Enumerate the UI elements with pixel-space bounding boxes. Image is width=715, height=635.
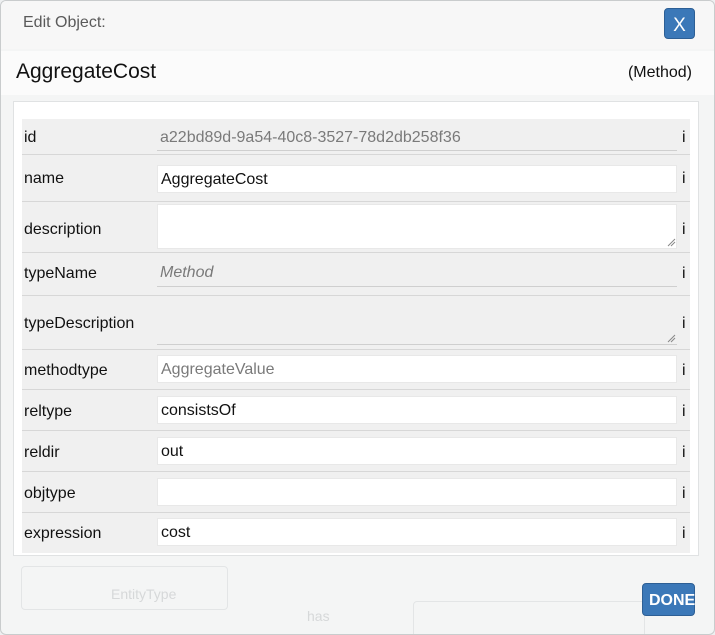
expression-field[interactable]: cost [157,518,677,546]
typedescription-field [157,299,677,345]
edit-object-dialog: EntityType has Edit Object: X AggregateC… [0,0,715,635]
field-label-reltype: reltype [24,403,73,420]
table-row: typeName Method i [22,253,690,296]
field-label-reldir: reldir [24,444,60,461]
field-label-typedescription: typeDescription [24,315,135,332]
info-icon[interactable]: i [682,129,686,147]
field-label-methodtype: methodtype [24,362,108,379]
object-kind: (Method) [627,64,692,81]
field-label-objtype: objtype [24,485,76,502]
info-icon[interactable]: i [682,170,686,188]
field-label-expression: expression [24,525,102,542]
field-label-id: id [24,129,37,146]
table-row: description i [22,202,690,253]
properties-panel: id a22bd89d-9a54-40c8-3527-78d2db258f36 … [13,101,699,556]
description-field[interactable] [157,204,677,249]
table-row: methodtype AggregateValue i [22,350,690,390]
background-link-label: has [307,608,330,624]
background-node-right [413,601,645,634]
id-field: a22bd89d-9a54-40c8-3527-78d2db258f36 [157,124,677,151]
info-icon[interactable]: i [682,485,686,503]
table-row: reldir out i [22,431,690,472]
resize-grip-icon[interactable] [667,238,676,247]
info-icon[interactable]: i [682,221,686,239]
done-button[interactable]: DONE [642,583,695,616]
reldir-field[interactable]: out [157,437,677,465]
object-name: AggregateCost [16,60,157,83]
info-icon[interactable]: i [682,525,686,543]
info-icon[interactable]: i [682,362,686,380]
info-icon[interactable]: i [682,403,686,421]
table-row: name AggregateCost i [22,155,690,202]
info-icon[interactable]: i [682,444,686,462]
reltype-field[interactable]: consistsOf [157,396,677,424]
field-label-name: name [24,170,65,187]
background-node-label: EntityType [111,586,177,602]
typename-field: Method [157,259,677,287]
properties-table: id a22bd89d-9a54-40c8-3527-78d2db258f36 … [22,119,690,553]
table-row: objtype i [22,472,690,513]
field-label-typename: typeName [24,265,97,282]
info-icon[interactable]: i [682,315,686,333]
close-button[interactable]: X [664,8,695,39]
resize-grip-icon[interactable] [667,334,676,343]
methodtype-field[interactable]: AggregateValue [157,355,677,383]
dialog-title: Edit Object: [23,14,106,31]
table-row: expression cost i [22,513,690,553]
name-field[interactable]: AggregateCost [157,165,677,193]
object-header: AggregateCost (Method) [1,51,714,95]
background-diagram: EntityType has [1,556,714,634]
info-icon[interactable]: i [682,265,686,283]
dialog-title-bar: Edit Object: X [1,1,714,49]
objtype-field[interactable] [157,478,677,506]
table-row: typeDescription i [22,296,690,350]
field-label-description: description [24,221,102,238]
table-row: id a22bd89d-9a54-40c8-3527-78d2db258f36 … [22,119,690,155]
table-row: reltype consistsOf i [22,390,690,431]
